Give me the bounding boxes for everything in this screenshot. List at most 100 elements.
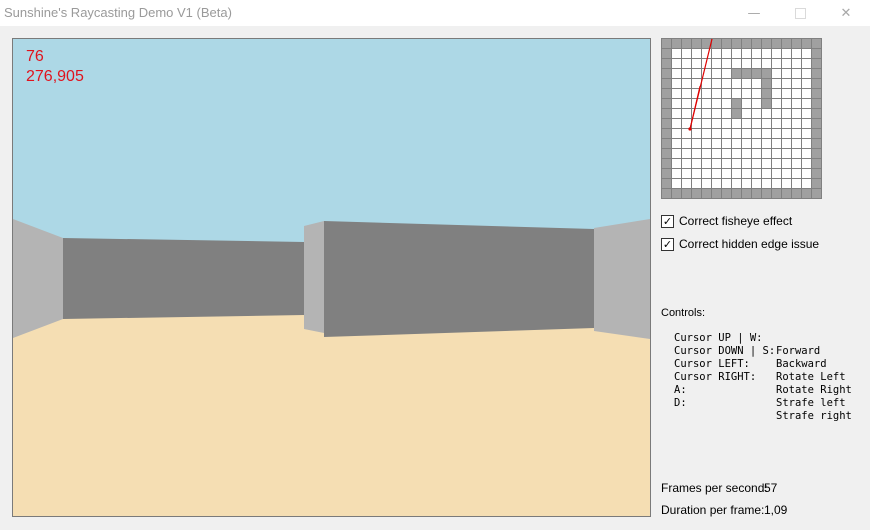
minimap-floor-cell: [692, 179, 701, 188]
minimap-floor-cell: [692, 149, 701, 158]
minimap-floor-cell: [692, 119, 701, 128]
maximize-icon: [794, 7, 806, 19]
raycast-viewport[interactable]: 76 276,905: [12, 38, 651, 517]
minimap-floor-cell: [752, 99, 761, 108]
minimap-floor-cell: [702, 119, 711, 128]
minimap-wall-cell: [672, 39, 681, 48]
minimap-floor-cell: [802, 119, 811, 128]
minimap-floor-cell: [712, 69, 721, 78]
minimap-floor-cell: [792, 139, 801, 148]
minimap-floor-cell: [672, 179, 681, 188]
minimap-floor-cell: [772, 109, 781, 118]
minimap-floor-cell: [742, 99, 751, 108]
minimap: [661, 38, 822, 199]
minimap-floor-cell: [762, 109, 771, 118]
minimap-floor-cell: [712, 179, 721, 188]
minimap-floor-cell: [702, 159, 711, 168]
minimap-floor-cell: [722, 149, 731, 158]
minimap-floor-cell: [702, 79, 711, 88]
minimap-wall-cell: [762, 69, 771, 78]
maximize-button[interactable]: [777, 0, 823, 26]
minimap-floor-cell: [722, 49, 731, 58]
minimap-wall-cell: [762, 79, 771, 88]
minimap-floor-cell: [752, 119, 761, 128]
minimap-floor-cell: [692, 69, 701, 78]
scene-canvas: [13, 39, 650, 516]
minimap-floor-cell: [762, 129, 771, 138]
minimap-floor-cell: [672, 149, 681, 158]
minimap-wall-cell: [812, 179, 821, 188]
minimap-floor-cell: [752, 139, 761, 148]
minimap-wall-cell: [662, 159, 671, 168]
minimap-wall-cell: [812, 139, 821, 148]
minimap-floor-cell: [722, 109, 731, 118]
wall-segment: [13, 219, 63, 338]
minimap-floor-cell: [782, 59, 791, 68]
minimap-wall-cell: [732, 99, 741, 108]
minimap-wall-cell: [732, 39, 741, 48]
minimap-wall-cell: [812, 189, 821, 198]
minimap-floor-cell: [772, 159, 781, 168]
close-button[interactable]: ✕: [823, 0, 869, 26]
minimap-floor-cell: [682, 59, 691, 68]
hidden-edge-checkbox[interactable]: ✓: [661, 237, 674, 251]
minimap-floor-cell: [752, 79, 761, 88]
minimap-floor-cell: [792, 89, 801, 98]
fisheye-option[interactable]: ✓ Correct fisheye effect: [661, 213, 792, 229]
minimap-wall-cell: [662, 109, 671, 118]
minimap-floor-cell: [782, 89, 791, 98]
minimap-floor-cell: [772, 149, 781, 158]
hidden-edge-option[interactable]: ✓ Correct hidden edge issue: [661, 236, 819, 252]
duration-value: 1,09: [764, 503, 788, 517]
minimap-floor-cell: [672, 129, 681, 138]
minimap-wall-cell: [762, 99, 771, 108]
minimap-wall-cell: [662, 129, 671, 138]
minimap-floor-cell: [722, 59, 731, 68]
minimap-floor-cell: [682, 149, 691, 158]
minimap-wall-cell: [812, 49, 821, 58]
minimap-wall-cell: [662, 189, 671, 198]
minimap-floor-cell: [752, 89, 761, 98]
minimap-wall-cell: [802, 189, 811, 198]
minimap-floor-cell: [702, 99, 711, 108]
minimap-floor-cell: [682, 159, 691, 168]
fisheye-checkbox[interactable]: ✓: [661, 214, 674, 228]
minimap-wall-cell: [692, 39, 701, 48]
minimap-floor-cell: [682, 169, 691, 178]
minimap-wall-cell: [662, 139, 671, 148]
minimap-wall-cell: [662, 119, 671, 128]
minimap-floor-cell: [742, 49, 751, 58]
minimap-floor-cell: [772, 49, 781, 58]
minimap-wall-cell: [692, 189, 701, 198]
minimap-floor-cell: [772, 69, 781, 78]
minimap-floor-cell: [772, 179, 781, 188]
minimap-wall-cell: [662, 69, 671, 78]
fps-value: 57: [764, 481, 778, 495]
minimap-floor-cell: [672, 119, 681, 128]
minimap-floor-cell: [802, 99, 811, 108]
minimap-wall-cell: [702, 189, 711, 198]
minimize-button[interactable]: —: [731, 0, 777, 26]
minimap-floor-cell: [732, 139, 741, 148]
title-bar[interactable]: Sunshine's Raycasting Demo V1 (Beta) — ✕: [0, 0, 870, 26]
minimap-floor-cell: [722, 129, 731, 138]
minimap-floor-cell: [732, 59, 741, 68]
minimap-floor-cell: [792, 49, 801, 58]
minimap-floor-cell: [742, 129, 751, 138]
minimap-wall-cell: [812, 89, 821, 98]
minimap-wall-cell: [762, 39, 771, 48]
minimap-floor-cell: [782, 179, 791, 188]
minimap-wall-cell: [682, 39, 691, 48]
minimap-wall-cell: [782, 189, 791, 198]
minimap-floor-cell: [712, 169, 721, 178]
minimap-floor-cell: [782, 159, 791, 168]
minimap-floor-cell: [712, 59, 721, 68]
minimap-floor-cell: [802, 169, 811, 178]
minimap-floor-cell: [742, 89, 751, 98]
minimap-floor-cell: [772, 139, 781, 148]
minimap-floor-cell: [672, 169, 681, 178]
close-icon: ✕: [840, 5, 852, 21]
minimap-wall-cell: [732, 189, 741, 198]
minimap-floor-cell: [802, 59, 811, 68]
minimap-floor-cell: [762, 119, 771, 128]
